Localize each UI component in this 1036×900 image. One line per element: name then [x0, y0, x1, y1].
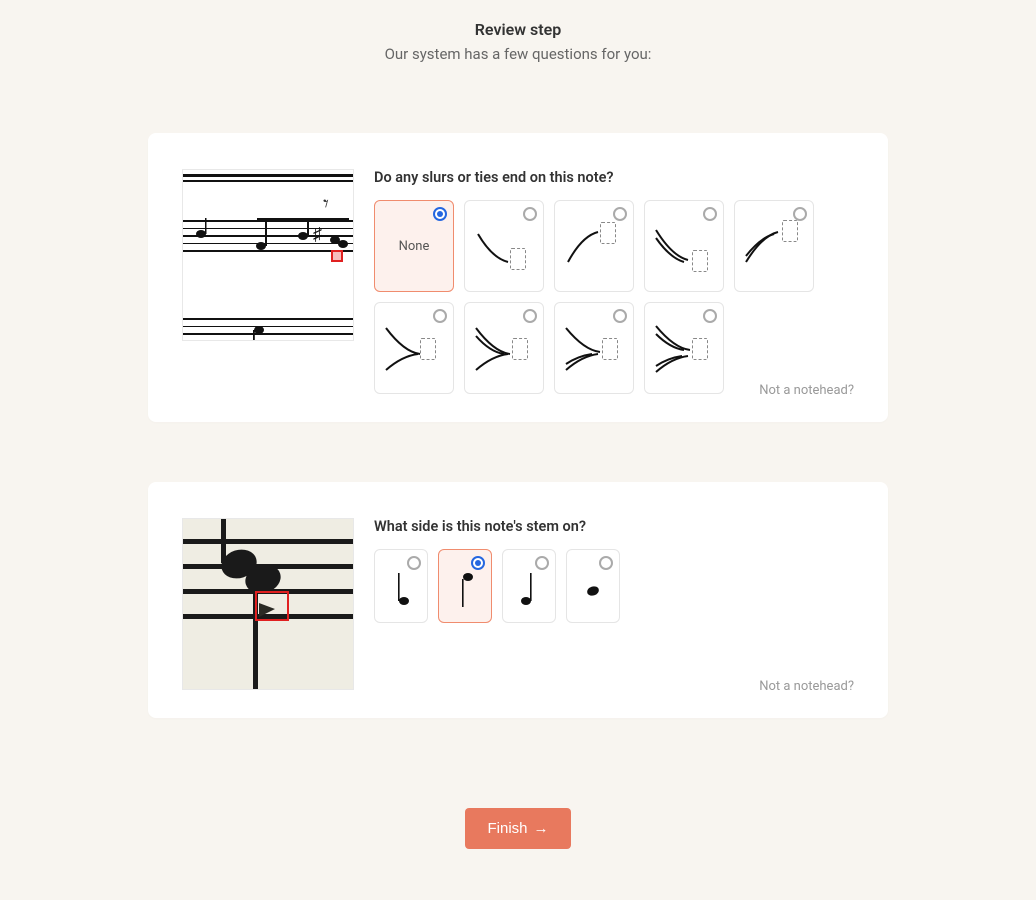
- option-slur-3[interactable]: [644, 200, 724, 292]
- option-stem-up-right[interactable]: [502, 549, 556, 623]
- question-prompt: Do any slurs or ties end on this note?: [374, 169, 854, 186]
- slur-options: None: [374, 200, 854, 394]
- radio-icon: [433, 207, 447, 221]
- not-notehead-link[interactable]: Not a notehead?: [759, 679, 854, 694]
- note-thumbnail: 𝄾 ♯: [182, 169, 354, 341]
- radio-icon: [599, 556, 613, 570]
- finish-button[interactable]: Finish →: [465, 808, 570, 849]
- option-stem-up-left[interactable]: [374, 549, 428, 623]
- option-stem-down-left[interactable]: [438, 549, 492, 623]
- option-slur-2[interactable]: [554, 200, 634, 292]
- question-card-stem: What side is this note's stem on?: [148, 482, 888, 718]
- stem-options: [374, 549, 854, 623]
- option-no-stem[interactable]: [566, 549, 620, 623]
- option-none[interactable]: None: [374, 200, 454, 292]
- radio-icon: [407, 556, 421, 570]
- finish-label: Finish: [487, 820, 527, 837]
- option-slur-1[interactable]: [464, 200, 544, 292]
- radio-icon: [535, 556, 549, 570]
- question-card-slurs: 𝄾 ♯ Do any slurs or ties end on this not…: [148, 133, 888, 422]
- svg-text:♯: ♯: [313, 224, 322, 245]
- option-slur-4[interactable]: [734, 200, 814, 292]
- radio-icon: [471, 556, 485, 570]
- option-slur-8[interactable]: [644, 302, 724, 394]
- question-prompt: What side is this note's stem on?: [374, 518, 854, 535]
- option-label: None: [399, 239, 430, 254]
- highlight-box: [255, 591, 289, 621]
- option-slur-6[interactable]: [464, 302, 544, 394]
- not-notehead-link[interactable]: Not a notehead?: [759, 383, 854, 398]
- page-subtitle: Our system has a few questions for you:: [0, 45, 1036, 63]
- option-slur-5[interactable]: [374, 302, 454, 394]
- page-title: Review step: [0, 20, 1036, 39]
- option-slur-7[interactable]: [554, 302, 634, 394]
- arrow-right-icon: →: [534, 820, 549, 837]
- note-thumbnail: [182, 518, 354, 690]
